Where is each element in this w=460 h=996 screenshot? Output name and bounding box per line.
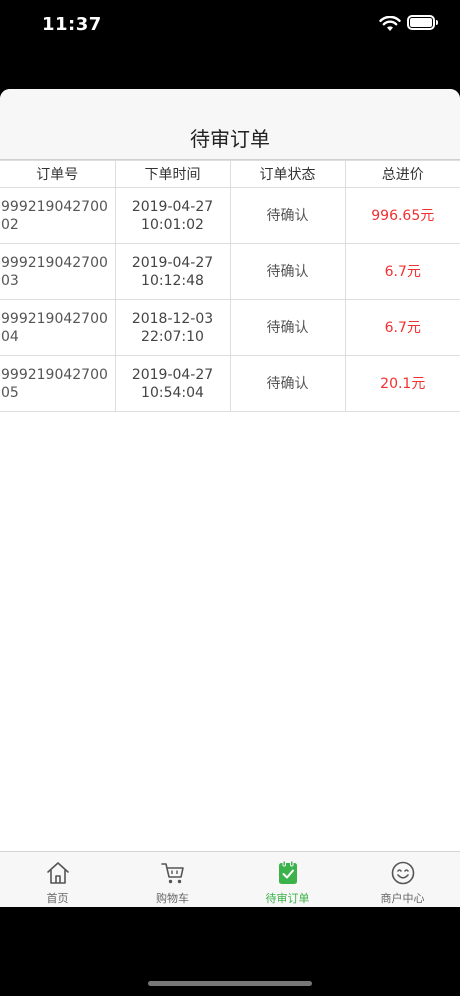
column-header-order-time: 下单时间	[114, 160, 231, 188]
order-status: 待确认	[229, 187, 346, 244]
tab-cart[interactable]: 购物车	[115, 852, 230, 907]
tab-bar: 首页 购物车 待审订单 商户中心	[0, 851, 460, 907]
tab-label: 商户中心	[380, 892, 425, 905]
tab-pending-orders[interactable]: 待审订单	[230, 852, 345, 907]
home-indicator[interactable]	[148, 981, 312, 986]
order-number: 99921904270004	[0, 299, 116, 356]
clipboard-check-icon	[278, 860, 297, 884]
table-row[interactable]: 99921904270005 2019-04-27 10:54:04 待确认 2…	[0, 355, 460, 412]
order-status: 待确认	[229, 355, 346, 412]
tab-label: 待审订单	[265, 892, 310, 905]
orders-table: 订单号 下单时间 订单状态 总进价 99921904270002 2019-04…	[0, 160, 460, 412]
order-time: 2019-04-27 10:01:02	[114, 187, 231, 244]
table-row[interactable]: 99921904270002 2019-04-27 10:01:02 待确认 9…	[0, 187, 460, 244]
battery-icon	[407, 15, 438, 30]
order-time: 2018-12-03 22:07:10	[114, 299, 231, 356]
order-price: 6.7元	[344, 243, 460, 300]
wifi-icon	[379, 16, 401, 31]
tab-home[interactable]: 首页	[0, 852, 115, 907]
order-number: 99921904270005	[0, 355, 116, 412]
order-status: 待确认	[229, 243, 346, 300]
tab-merchant-center[interactable]: 商户中心	[345, 852, 460, 907]
table-row[interactable]: 99921904270004 2018-12-03 22:07:10 待确认 6…	[0, 299, 460, 356]
page-title: 待审订单	[190, 127, 270, 151]
tab-label: 购物车	[156, 892, 189, 905]
column-header-total-price: 总进价	[344, 160, 460, 188]
order-number: 99921904270003	[0, 243, 116, 300]
order-price: 20.1元	[344, 355, 460, 412]
column-header-order-no: 订单号	[0, 160, 116, 188]
order-number: 99921904270002	[0, 187, 116, 244]
order-time: 2019-04-27 10:54:04	[114, 355, 231, 412]
order-time: 2019-04-27 10:12:48	[114, 243, 231, 300]
nav-header: 待审订单	[0, 89, 460, 160]
table-header-row: 订单号 下单时间 订单状态 总进价	[0, 160, 460, 188]
tab-label: 首页	[46, 892, 69, 905]
status-time: 11:37	[42, 14, 102, 35]
home-icon	[46, 862, 69, 884]
order-status: 待确认	[229, 299, 346, 356]
orders-sheet: 待审订单 订单号 下单时间 订单状态 总进价 99921904270002 20…	[0, 89, 460, 907]
smile-icon	[391, 861, 414, 885]
column-header-order-status: 订单状态	[229, 160, 346, 188]
status-bar: 11:37	[0, 0, 460, 52]
order-price: 6.7元	[344, 299, 460, 356]
cart-icon	[160, 863, 184, 884]
table-row[interactable]: 99921904270003 2019-04-27 10:12:48 待确认 6…	[0, 243, 460, 300]
order-price: 996.65元	[344, 187, 460, 244]
